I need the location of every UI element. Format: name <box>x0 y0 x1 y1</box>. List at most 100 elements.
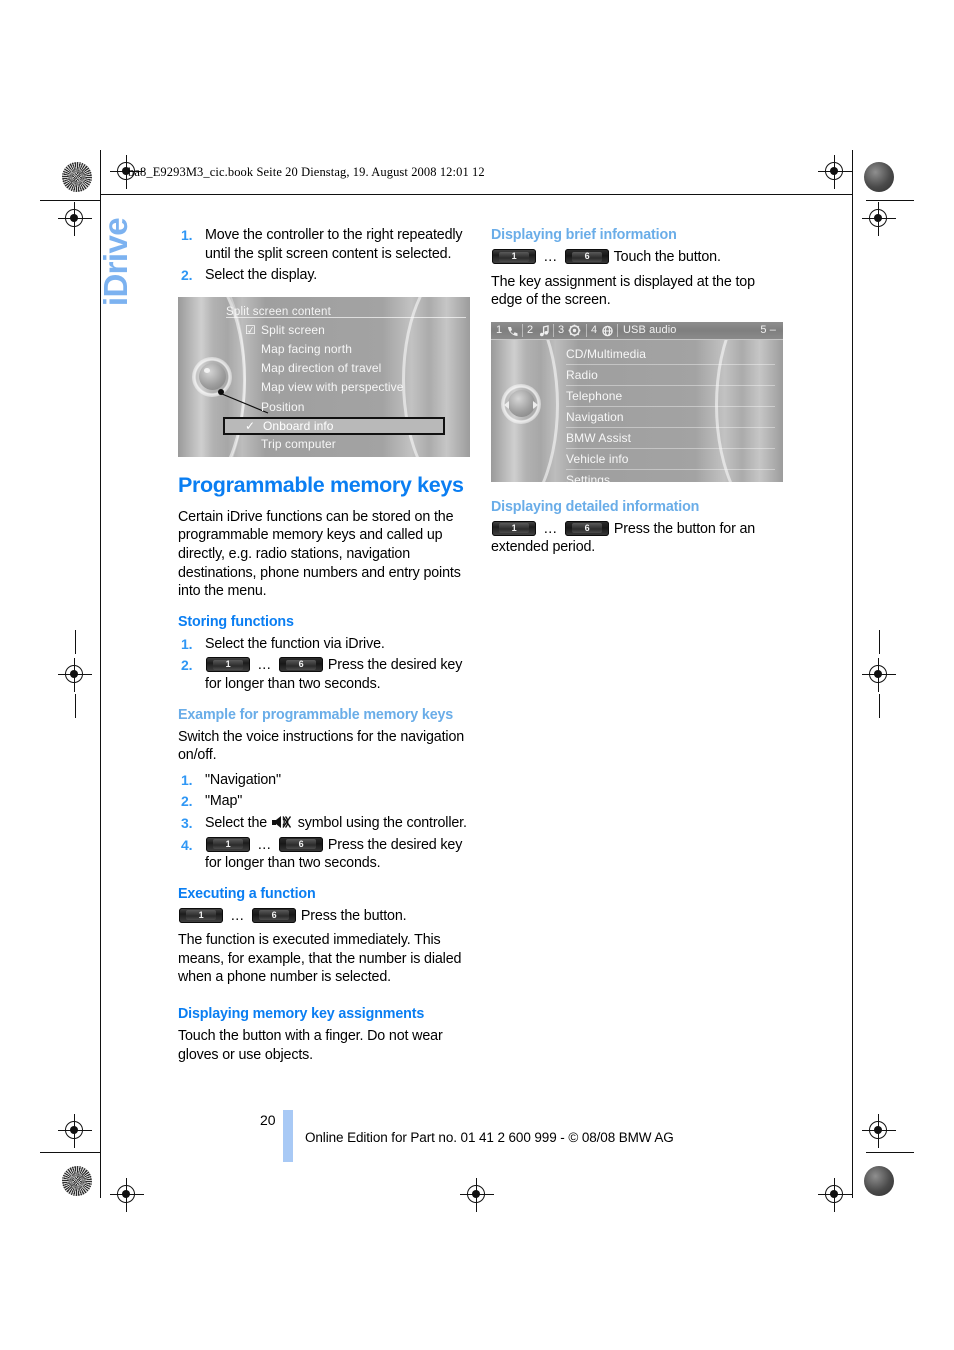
trim-line-lower-left <box>40 1152 100 1154</box>
section-tab-label: iDrive <box>97 218 134 307</box>
example-paragraph: Switch the voice instructions for the na… <box>178 728 465 764</box>
heading-displaying-memory-key-assignments: Displaying memory key assignments <box>178 1006 425 1023</box>
step-number: 3. <box>181 814 193 831</box>
trim-line-upper-right <box>866 200 914 202</box>
running-header: ba8_E9293M3_cic.book Seite 20 Dienstag, … <box>128 165 485 179</box>
memory-key-1-label: 1 <box>511 251 517 261</box>
heading-example-programmable-memory-keys: Example for programmable memory keys <box>178 706 454 723</box>
step-number: 4. <box>181 836 193 853</box>
status-key-1-number: 1 <box>496 323 503 336</box>
right-column: Displaying brief information 1 ... 6 Tou… <box>491 226 783 569</box>
brief-key-line: 1 ... 6 Touch the button. <box>491 248 783 267</box>
registration-mark-bottom-right <box>818 1178 852 1212</box>
menu-item-trip-computer[interactable]: Trip computer <box>261 435 466 454</box>
assignments-paragraph: Touch the button with a finger. Do not w… <box>178 1028 443 1063</box>
status-key-4-number: 4 <box>591 323 598 336</box>
executing-key-line: 1 ... 6 Press the button. <box>178 907 470 926</box>
memory-key-6-label: 6 <box>298 659 304 670</box>
menu-item-telephone[interactable]: Telephone <box>566 386 775 407</box>
brief-paragraph: The key assignment is displayed at the t… <box>491 273 755 309</box>
memory-key-6-icon: 6 <box>565 249 610 264</box>
step-text: Select the display. <box>205 267 318 284</box>
menu-item-label: Telephone <box>566 388 623 403</box>
list-item: 3. Select the symbol using the controlle… <box>178 814 470 833</box>
print-rosette-top-left <box>62 162 92 192</box>
memory-key-1-label: 1 <box>225 659 231 670</box>
menu-item-label: Vehicle info <box>566 451 629 466</box>
menu-item-navigation[interactable]: Navigation <box>566 407 775 428</box>
memory-key-1-icon: 1 <box>206 657 250 673</box>
step-text: Select the function via iDrive. <box>205 635 385 652</box>
list-item: 1. Move the controller to the right repe… <box>178 226 470 263</box>
menu-item-map-facing-north[interactable]: Map facing north <box>261 340 466 359</box>
registration-mark-upper-left <box>58 202 92 236</box>
memory-key-1-icon: 1 <box>492 249 536 264</box>
menu-item-cd-multimedia[interactable]: CD/Multimedia <box>566 344 775 365</box>
registration-mark-top-right <box>818 155 852 189</box>
registration-mark-upper-right <box>862 202 896 236</box>
menu-item-label: Trip computer <box>261 436 336 451</box>
status-key-3-number: 3 <box>558 323 565 336</box>
menu-item-label: Radio <box>566 367 598 382</box>
key-range-ellipsis: ... <box>257 657 272 674</box>
controller-knob-graphic <box>501 383 541 424</box>
trim-line-mid-right-2 <box>879 694 881 718</box>
memory-key-1-label: 1 <box>511 522 517 533</box>
section-tab-idrive: iDrive <box>96 78 144 306</box>
menu-item-vehicle-info[interactable]: Vehicle info <box>566 449 775 470</box>
intro-step-list: 1. Move the controller to the right repe… <box>178 226 470 285</box>
menu-item-split-screen[interactable]: ☑ Split screen <box>245 321 466 340</box>
example-step-list: 1. "Navigation" 2. "Map" 3. Select the s… <box>178 771 470 873</box>
menu-item-label: Map direction of travel <box>261 361 382 376</box>
menu-item-radio[interactable]: Radio <box>566 365 775 386</box>
step-text-after: symbol using the controller. <box>297 814 467 831</box>
menu-item-label: Position <box>261 399 305 414</box>
menu-item-label: Map facing north <box>261 341 352 356</box>
menu-item-label: Onboard info <box>263 418 334 433</box>
screenshot-main-menu: 1 2 3 4 USB audio 5 – CD/Multimedia Radi… <box>491 321 783 482</box>
trim-line-mid-left-2 <box>75 694 77 718</box>
menu-item-bmw-assist[interactable]: BMW Assist <box>566 428 775 449</box>
memory-key-1-icon: 1 <box>492 520 536 536</box>
menu-item-label: Split screen <box>261 322 325 337</box>
step-text: "Map" <box>205 793 243 810</box>
key-range-ellipsis: ... <box>230 907 245 924</box>
menu-item-map-direction-of-travel[interactable]: Map direction of travel <box>261 359 466 378</box>
screenshot-split-screen-content: Split screen content ☑ Split screen Map … <box>178 296 470 457</box>
memory-key-1-icon: 1 <box>179 907 223 923</box>
trim-line-lower-right <box>866 1152 914 1154</box>
registration-mark-mid-right <box>862 658 896 692</box>
step-text: "Navigation" <box>205 771 281 788</box>
registration-mark-lower-right <box>862 1114 896 1148</box>
step-text-before: Select the <box>205 814 268 831</box>
menu-item-settings[interactable]: Settings <box>566 470 775 482</box>
screen-menu-list: ☑ Split screen Map facing north Map dire… <box>223 321 466 454</box>
page-title: Programmable memory keys <box>178 472 464 497</box>
menu-item-onboard-info-selected[interactable]: ✓ Onboard info <box>223 416 445 435</box>
list-item: 2. Select the display. <box>178 266 470 285</box>
registration-mark-bottom-left <box>110 1178 144 1212</box>
step-text: Move the controller to the right repeate… <box>205 227 463 262</box>
gear-icon <box>568 324 581 337</box>
print-density-patch-bottom-right <box>864 1166 894 1196</box>
page-frame-right-rule <box>852 150 854 1198</box>
memory-key-6-icon: 6 <box>565 520 610 536</box>
phone-icon <box>508 326 518 336</box>
checkbox-icon: ☑ <box>245 322 256 337</box>
registration-mark-lower-left <box>58 1114 92 1148</box>
check-icon: ✓ <box>245 418 256 433</box>
memory-key-6-label: 6 <box>584 251 590 261</box>
brief-key-line-text: Touch the button. <box>613 249 721 265</box>
mute-speaker-icon <box>271 815 292 828</box>
menu-item-position[interactable]: Position <box>261 398 466 417</box>
globe-icon <box>602 325 613 337</box>
menu-item-map-view-with-perspective[interactable]: Map view with perspective <box>261 378 466 397</box>
step-number: 1. <box>181 227 193 243</box>
footer-text: Online Edition for Part no. 01 41 2 600 … <box>305 1130 674 1145</box>
step-number: 2. <box>181 793 193 810</box>
heading-displaying-detailed-information: Displaying detailed information <box>491 498 700 515</box>
storing-step-list: 1. Select the function via iDrive. 2. 1 … <box>178 635 470 694</box>
intro-paragraph: Certain iDrive functions can be stored o… <box>178 508 461 600</box>
menu-item-label: CD/Multimedia <box>566 346 646 361</box>
key-range-ellipsis: ... <box>543 520 558 537</box>
